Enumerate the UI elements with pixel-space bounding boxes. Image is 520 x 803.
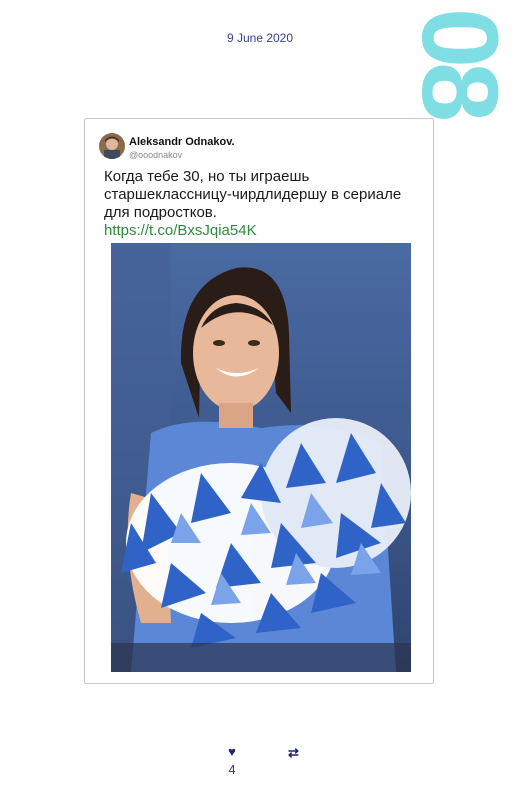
tweet-body: Когда тебе 30, но ты играешь старшекласс… xyxy=(104,168,402,221)
retweet-icon[interactable]: ⇄ xyxy=(288,745,299,761)
author-handle[interactable]: @ooodnakov xyxy=(129,150,182,160)
tweet-actions: ♥ 4 ⇄ xyxy=(0,744,520,784)
like-count: 4 xyxy=(228,762,236,777)
tweet-link[interactable]: https://t.co/BxsJqia54K xyxy=(104,222,424,240)
heart-icon: ♥ xyxy=(228,744,236,759)
tweet-media-image[interactable] xyxy=(111,243,411,672)
tweet-card: Aleksandr Odnakov. @ooodnakov Когда тебе… xyxy=(84,118,434,684)
post-index-number: 08 xyxy=(400,8,520,117)
author-name[interactable]: Aleksandr Odnakov. xyxy=(129,136,235,148)
tweet-text: Когда тебе 30, но ты играешь старшекласс… xyxy=(104,168,424,240)
author-avatar[interactable] xyxy=(99,133,125,159)
like-button[interactable]: ♥ 4 xyxy=(223,744,241,777)
